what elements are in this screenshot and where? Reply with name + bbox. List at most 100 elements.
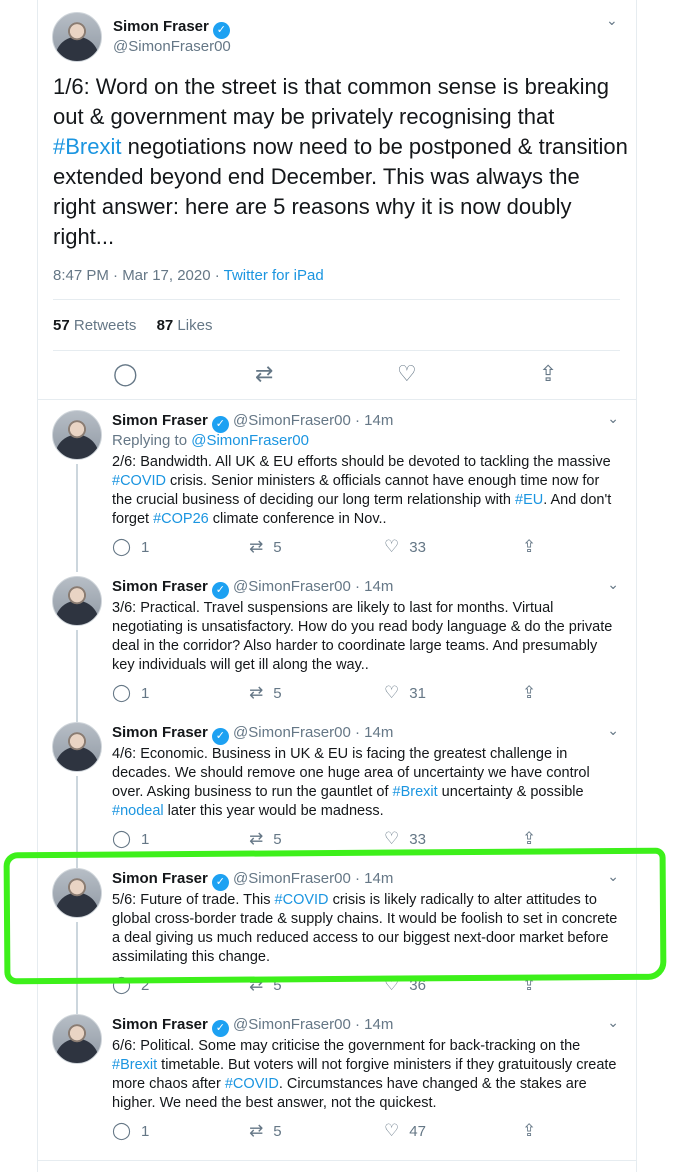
hashtag-link[interactable]: #COVID bbox=[112, 473, 166, 489]
like-icon: ♡ bbox=[384, 829, 400, 848]
share-icon[interactable]: ⇪ bbox=[539, 361, 557, 387]
chevron-down-icon[interactable]: ⌄ bbox=[607, 576, 619, 593]
like-icon: ♡ bbox=[384, 683, 400, 702]
divider bbox=[53, 299, 620, 300]
retweet-count: 5 bbox=[273, 685, 282, 702]
tweet-text: 2/6: Bandwidth. All UK & EU efforts shou… bbox=[112, 453, 622, 529]
author-name[interactable]: Simon Fraser bbox=[112, 578, 208, 595]
reply-tweet[interactable]: Simon Fraser ✓ @SimonFraser00 · 14m ⌄ 6/6… bbox=[38, 1014, 636, 1154]
author-name[interactable]: Simon Fraser bbox=[113, 18, 209, 35]
tweet-stats: 57 Retweets 87 Likes bbox=[53, 317, 212, 334]
reply-icon: ◯ bbox=[112, 829, 132, 848]
avatar[interactable] bbox=[52, 410, 102, 460]
like-button[interactable]: ♡ 31 bbox=[384, 683, 426, 703]
share-button[interactable]: ⇪ bbox=[522, 829, 546, 849]
retweet-button[interactable]: ⇄ 5 bbox=[249, 537, 282, 557]
tweet-text-part: 2/6: Bandwidth. All UK & EU efforts shou… bbox=[112, 454, 611, 470]
source-link[interactable]: Twitter for iPad bbox=[224, 267, 324, 284]
tweet-text: 6/6: Political. Some may criticise the g… bbox=[112, 1037, 622, 1113]
retweet-icon: ⇄ bbox=[249, 683, 264, 702]
avatar[interactable] bbox=[52, 12, 102, 62]
retweet-icon: ⇄ bbox=[249, 537, 264, 556]
divider bbox=[38, 1160, 636, 1161]
likes-count[interactable]: 87 bbox=[157, 317, 174, 334]
share-button[interactable]: ⇪ bbox=[522, 537, 546, 557]
like-count: 33 bbox=[409, 831, 426, 848]
like-button[interactable]: ♡ 47 bbox=[384, 1121, 426, 1141]
share-button[interactable]: ⇪ bbox=[522, 683, 546, 703]
share-button[interactable]: ⇪ bbox=[522, 1121, 546, 1141]
chevron-down-icon[interactable]: ⌄ bbox=[606, 12, 618, 29]
hashtag-link[interactable]: #Brexit bbox=[393, 784, 438, 800]
hashtag-link[interactable]: #Brexit bbox=[53, 134, 121, 159]
hashtag-link[interactable]: #COVID bbox=[225, 1076, 279, 1092]
retweet-icon: ⇄ bbox=[249, 1121, 264, 1140]
retweet-button[interactable]: ⇄ 5 bbox=[249, 829, 282, 849]
likes-label[interactable]: Likes bbox=[177, 317, 212, 334]
author-handle[interactable]: @SimonFraser00 bbox=[233, 724, 351, 741]
reply-button[interactable]: ◯ 1 bbox=[112, 537, 149, 557]
chevron-down-icon[interactable]: ⌄ bbox=[607, 722, 619, 739]
tweet-actions: ◯ 1 ⇄ 5 ♡ 33 ⇪ bbox=[112, 537, 542, 559]
timestamp[interactable]: 14m bbox=[364, 578, 393, 595]
like-icon: ♡ bbox=[384, 537, 400, 556]
retweet-icon[interactable]: ⇄ bbox=[255, 361, 273, 387]
hashtag-link[interactable]: #nodeal bbox=[112, 803, 164, 819]
replying-to: Replying to @SimonFraser00 bbox=[112, 432, 309, 449]
retweets-label[interactable]: Retweets bbox=[74, 317, 137, 334]
reply-header: Simon Fraser ✓ @SimonFraser00 · 14m bbox=[112, 724, 393, 745]
author-handle[interactable]: @SimonFraser00 bbox=[233, 1016, 351, 1033]
author-handle[interactable]: @SimonFraser00 bbox=[233, 412, 351, 429]
chevron-down-icon[interactable]: ⌄ bbox=[607, 410, 619, 427]
tweet-actions: ◯ 1 ⇄ 5 ♡ 31 ⇪ bbox=[112, 683, 542, 705]
tweet-actions: ◯ 1 ⇄ 5 ♡ 47 ⇪ bbox=[112, 1121, 542, 1143]
tweet-text-part: uncertainty & possible bbox=[437, 784, 584, 800]
reply-count: 1 bbox=[141, 831, 150, 848]
chevron-down-icon[interactable]: ⌄ bbox=[607, 1014, 619, 1031]
author-handle[interactable]: @SimonFraser00 bbox=[113, 38, 231, 55]
author-name[interactable]: Simon Fraser bbox=[112, 412, 208, 429]
retweet-button[interactable]: ⇄ 5 bbox=[249, 683, 282, 703]
reply-tweet[interactable]: Simon Fraser ✓ @SimonFraser00 · 14m ⌄ 4/6… bbox=[38, 722, 636, 868]
reply-button[interactable]: ◯ 1 bbox=[112, 829, 149, 849]
reply-icon: ◯ bbox=[112, 683, 132, 702]
hashtag-link[interactable]: #COP26 bbox=[153, 511, 209, 527]
reply-tweet[interactable]: Simon Fraser ✓ @SimonFraser00 · 14m ⌄ 3/6… bbox=[38, 576, 636, 722]
share-icon: ⇪ bbox=[522, 1121, 537, 1140]
tweet-text-part: 6/6: Political. Some may criticise the g… bbox=[112, 1038, 581, 1054]
hashtag-link[interactable]: #Brexit bbox=[112, 1057, 157, 1073]
retweet-button[interactable]: ⇄ 5 bbox=[249, 1121, 282, 1141]
verified-icon: ✓ bbox=[211, 1020, 229, 1037]
avatar[interactable] bbox=[52, 722, 102, 772]
reply-button[interactable]: ◯ 1 bbox=[112, 683, 149, 703]
like-button[interactable]: ♡ 33 bbox=[384, 537, 426, 557]
like-icon[interactable]: ♡ bbox=[397, 361, 417, 387]
author-name[interactable]: Simon Fraser bbox=[112, 724, 208, 741]
like-count: 47 bbox=[409, 1123, 426, 1140]
hashtag-link[interactable]: #EU bbox=[515, 492, 543, 508]
reply-tweet[interactable]: Simon Fraser ✓ @SimonFraser00 · 14m ⌄ Rep… bbox=[38, 410, 636, 572]
verified-icon: ✓ bbox=[211, 582, 229, 599]
retweets-count[interactable]: 57 bbox=[53, 317, 70, 334]
reply-count: 1 bbox=[141, 539, 150, 556]
reply-count: 1 bbox=[141, 685, 150, 702]
reply-button[interactable]: ◯ 1 bbox=[112, 1121, 149, 1141]
reply-header: Simon Fraser ✓ @SimonFraser00 · 14m bbox=[112, 1016, 393, 1037]
replying-to-prefix: Replying to bbox=[112, 432, 192, 449]
thread-line bbox=[76, 464, 78, 572]
avatar[interactable] bbox=[52, 1014, 102, 1064]
author-handle[interactable]: @SimonFraser00 bbox=[233, 578, 351, 595]
timestamp[interactable]: 14m bbox=[364, 412, 393, 429]
verified-icon: ✓ bbox=[211, 416, 229, 433]
author-name[interactable]: Simon Fraser bbox=[112, 1016, 208, 1033]
share-icon: ⇪ bbox=[522, 537, 537, 556]
timestamp[interactable]: 14m bbox=[364, 724, 393, 741]
reply-icon[interactable]: ◯ bbox=[113, 361, 138, 387]
mention-link[interactable]: @SimonFraser00 bbox=[191, 432, 309, 449]
retweet-count: 5 bbox=[273, 539, 282, 556]
timestamp[interactable]: 14m bbox=[364, 1016, 393, 1033]
tweet-text: 1/6: Word on the street is that common s… bbox=[53, 72, 628, 252]
timestamp[interactable]: 8:47 PM · Mar 17, 2020 · bbox=[53, 267, 224, 284]
avatar[interactable] bbox=[52, 576, 102, 626]
like-button[interactable]: ♡ 33 bbox=[384, 829, 426, 849]
